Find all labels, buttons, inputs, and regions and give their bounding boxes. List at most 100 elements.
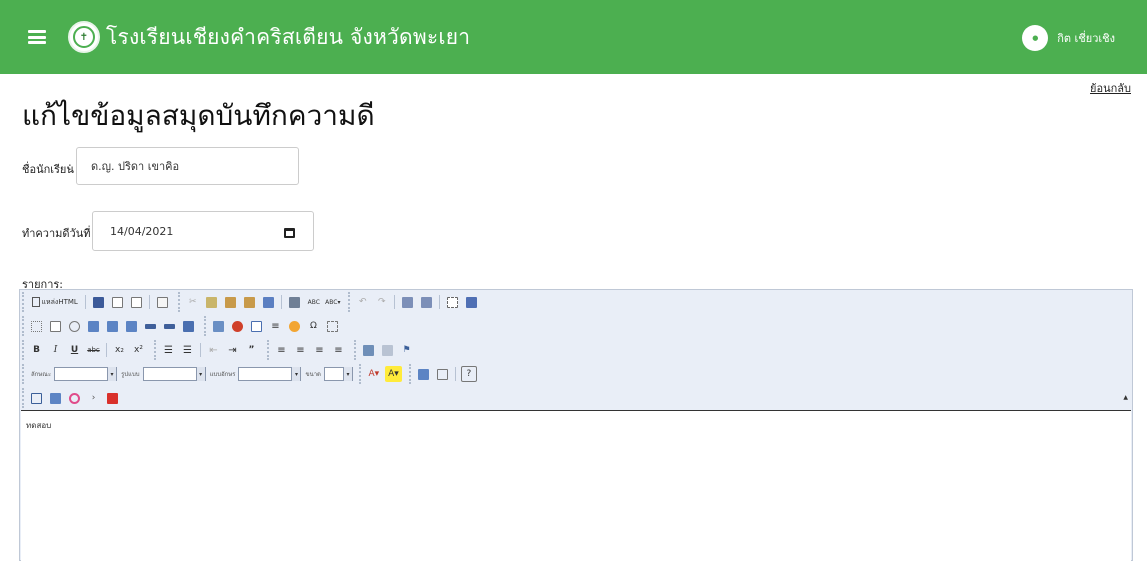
page-break-icon[interactable] bbox=[325, 318, 341, 334]
background-color-button[interactable]: A▾ bbox=[385, 366, 402, 382]
date-label: ทำความดีวันที่ bbox=[22, 227, 91, 240]
editor-content-area[interactable]: ทดสอบ bbox=[21, 410, 1131, 562]
paste-icon[interactable] bbox=[223, 294, 239, 310]
image-icon[interactable] bbox=[211, 318, 227, 334]
page-title: แก้ไขข้อมูลสมุดบันทึกความดี bbox=[22, 99, 375, 132]
anchor-icon[interactable]: ⚑ bbox=[399, 342, 415, 358]
checkbox-icon[interactable] bbox=[48, 318, 64, 334]
student-name-input[interactable]: ด.ญ. ปริดา เขาคิอ bbox=[76, 147, 299, 185]
date-value: 14/04/2021 bbox=[110, 224, 174, 238]
form-icon[interactable] bbox=[29, 318, 45, 334]
show-blocks-icon[interactable] bbox=[435, 366, 451, 382]
special-char-icon[interactable]: Ω bbox=[306, 318, 322, 334]
remove-format-icon[interactable] bbox=[464, 294, 480, 310]
chevron-down-icon[interactable]: ▾ bbox=[342, 367, 352, 381]
calendar-icon[interactable] bbox=[284, 228, 295, 238]
chevron-down-icon[interactable]: ▾ bbox=[195, 367, 205, 381]
toolbar-row-1: แหล่งHTML ✂ ABC ABC▾ ↶ ↷ bbox=[22, 291, 487, 313]
font-combo[interactable]: ▾ bbox=[238, 367, 302, 381]
format-combo-label: รูปแบบ bbox=[121, 371, 140, 378]
format-combo[interactable]: ▾ bbox=[142, 367, 206, 381]
spellcheck-dropdown-icon[interactable]: ABC▾ bbox=[325, 294, 341, 310]
youtube-icon[interactable] bbox=[105, 390, 121, 406]
bold-button[interactable]: B bbox=[29, 342, 45, 358]
student-name-label: ชื่อนักเรียน bbox=[22, 163, 74, 176]
chevron-down-icon[interactable]: ▾ bbox=[291, 367, 301, 381]
chevron-down-icon[interactable]: ▾ bbox=[107, 367, 117, 381]
unlink-icon[interactable] bbox=[380, 342, 396, 358]
font-combo-label: แบบอักษร bbox=[209, 371, 236, 378]
radio-icon[interactable] bbox=[67, 318, 83, 334]
cut-icon[interactable]: ✂ bbox=[185, 294, 201, 310]
student-name-value: ด.ญ. ปริดา เขาคิอ bbox=[91, 160, 180, 173]
toolbar-row-4: ลักษณะ ▾ รูปแบบ ▾ แบบอักษร ▾ ขนาด ▾ A▾ A… bbox=[22, 363, 484, 385]
link-icon[interactable] bbox=[361, 342, 377, 358]
avatar[interactable]: ● bbox=[1022, 25, 1049, 51]
paste-word-icon[interactable] bbox=[261, 294, 277, 310]
table-layout-icon[interactable] bbox=[48, 390, 64, 406]
help-icon[interactable]: ? bbox=[460, 366, 477, 382]
hamburger-icon[interactable] bbox=[28, 30, 46, 44]
size-combo-label: ขนาด bbox=[305, 371, 321, 378]
outdent-icon[interactable]: ⇤ bbox=[206, 342, 222, 358]
italic-button[interactable]: I bbox=[48, 342, 64, 358]
source-html-button[interactable]: แหล่งHTML bbox=[29, 294, 81, 310]
indent-icon[interactable]: ⇥ bbox=[225, 342, 241, 358]
size-combo[interactable]: ▾ bbox=[323, 367, 353, 381]
textarea-icon[interactable] bbox=[105, 318, 121, 334]
label-colon: : bbox=[85, 224, 89, 237]
flash-icon[interactable] bbox=[230, 318, 246, 334]
select-all-icon[interactable] bbox=[445, 294, 461, 310]
button-field-icon[interactable] bbox=[143, 318, 159, 334]
spellcheck-icon[interactable]: ABC bbox=[306, 294, 322, 310]
code-snippet-icon[interactable] bbox=[29, 390, 45, 406]
label-colon: : bbox=[68, 160, 72, 173]
replace-icon[interactable] bbox=[419, 294, 435, 310]
style-combo[interactable]: ▾ bbox=[54, 367, 118, 381]
undo-icon[interactable]: ↶ bbox=[355, 294, 371, 310]
bullet-list-icon[interactable]: ☰ bbox=[180, 342, 196, 358]
editor-content: ทดสอบ bbox=[26, 421, 52, 430]
print-icon[interactable] bbox=[287, 294, 303, 310]
image-button-icon[interactable] bbox=[162, 318, 178, 334]
top-navbar: ✝ โรงเรียนเชียงคำคริสเตียน จังหวัดพะเยา … bbox=[0, 0, 1147, 74]
date-input[interactable]: 14/04/2021 bbox=[92, 211, 314, 251]
select-field-icon[interactable] bbox=[124, 318, 140, 334]
user-menu[interactable]: ● กิต เชี่ยวเชิง bbox=[1022, 25, 1115, 51]
horizontal-rule-icon[interactable]: ≡ bbox=[268, 318, 284, 334]
numbered-list-icon[interactable]: ☰ bbox=[161, 342, 177, 358]
align-center-icon[interactable]: ≡ bbox=[293, 342, 309, 358]
paste-text-icon[interactable] bbox=[242, 294, 258, 310]
circle-icon[interactable] bbox=[67, 390, 83, 406]
textfield-icon[interactable] bbox=[86, 318, 102, 334]
strikethrough-button[interactable]: abc bbox=[86, 342, 102, 358]
text-color-button[interactable]: A▾ bbox=[365, 366, 382, 382]
save-icon[interactable] bbox=[91, 294, 107, 310]
school-logo: ✝ bbox=[68, 21, 100, 53]
table-icon[interactable] bbox=[249, 318, 265, 334]
subscript-button[interactable]: x₂ bbox=[112, 342, 128, 358]
toolbar-row-3: B I U abc x₂ x² ☰ ☰ ⇤ ⇥ ” ≡ ≡ ≡ ≡ ⚑ bbox=[22, 339, 422, 361]
user-name[interactable]: กิต เชี่ยวเชิง bbox=[1057, 29, 1115, 47]
rich-text-editor: แหล่งHTML ✂ ABC ABC▾ ↶ ↷ ≡ Ω B I U abc x… bbox=[19, 289, 1133, 562]
collapse-toolbar-icon[interactable]: ▲ bbox=[1123, 394, 1128, 401]
style-combo-label: ลักษณะ bbox=[31, 371, 52, 378]
back-link[interactable]: ย้อนกลับ bbox=[1090, 79, 1131, 97]
underline-button[interactable]: U bbox=[67, 342, 83, 358]
hidden-field-icon[interactable] bbox=[181, 318, 197, 334]
justify-icon[interactable]: ≡ bbox=[331, 342, 347, 358]
redo-icon[interactable]: ↷ bbox=[374, 294, 390, 310]
blockquote-icon[interactable]: ” bbox=[244, 342, 260, 358]
maximize-icon[interactable] bbox=[416, 366, 432, 382]
site-title: โรงเรียนเชียงคำคริสเตียน จังหวัดพะเยา bbox=[106, 24, 471, 49]
preview-icon[interactable] bbox=[129, 294, 145, 310]
arrow-icon[interactable]: › bbox=[86, 390, 102, 406]
templates-icon[interactable] bbox=[155, 294, 171, 310]
new-page-icon[interactable] bbox=[110, 294, 126, 310]
smiley-icon[interactable] bbox=[287, 318, 303, 334]
copy-icon[interactable] bbox=[204, 294, 220, 310]
align-left-icon[interactable]: ≡ bbox=[274, 342, 290, 358]
find-icon[interactable] bbox=[400, 294, 416, 310]
align-right-icon[interactable]: ≡ bbox=[312, 342, 328, 358]
superscript-button[interactable]: x² bbox=[131, 342, 147, 358]
